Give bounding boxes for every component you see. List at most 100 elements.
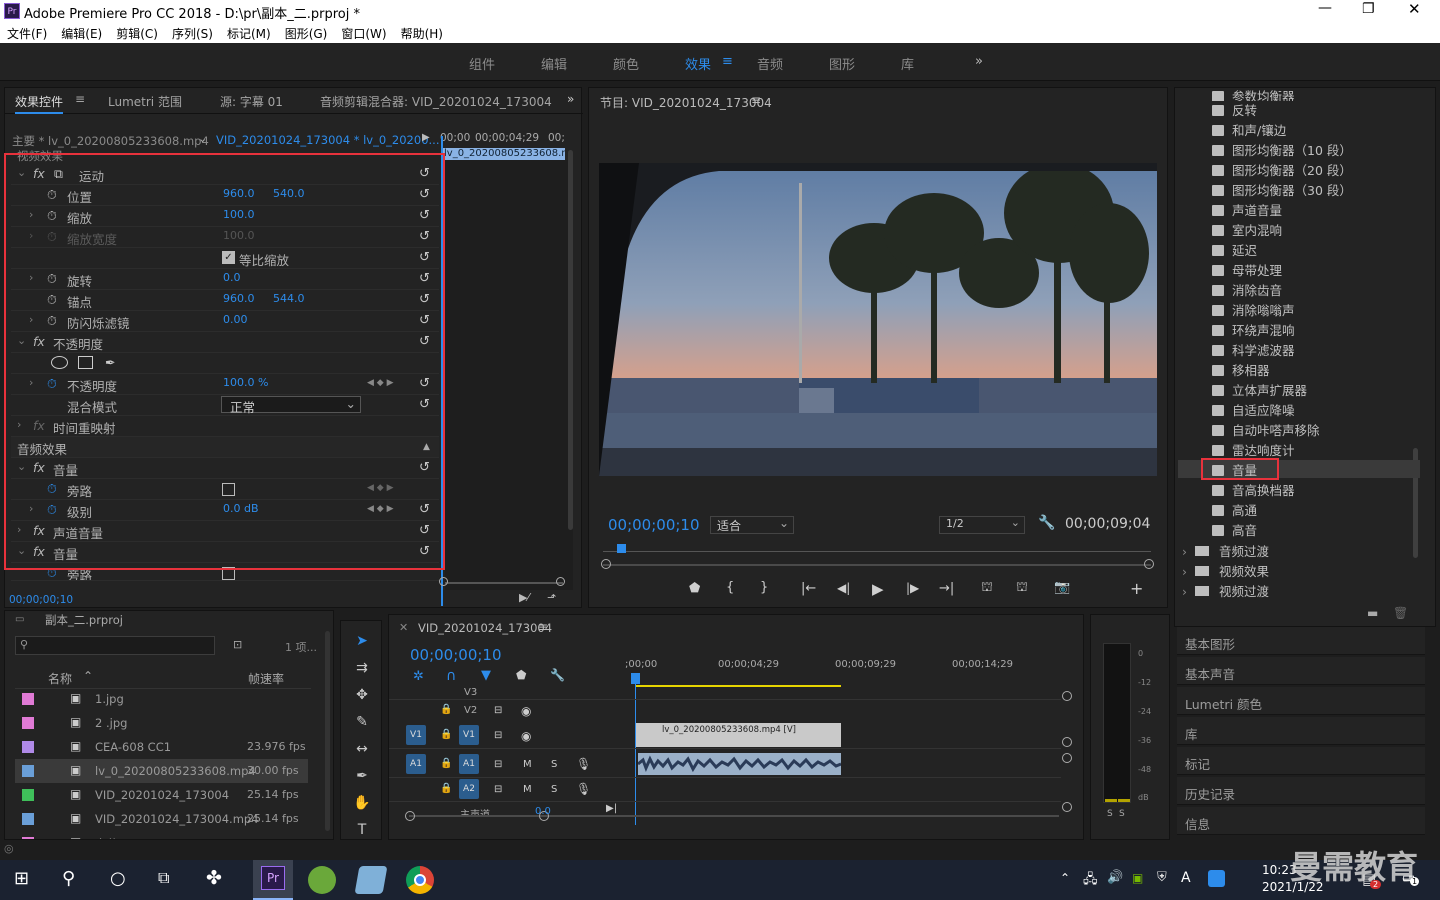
menu-item[interactable]: 帮助(H): [401, 27, 443, 41]
effect-list-item[interactable]: 参数均衡器: [1212, 86, 1295, 101]
premiere-taskbar-button[interactable]: Pr: [253, 860, 293, 900]
effect-list-item[interactable]: 图形均衡器（10 段）: [1212, 140, 1352, 160]
col-fps-header[interactable]: 帧速率: [248, 670, 284, 687]
label-color-swatch[interactable]: [22, 789, 34, 801]
effect-list-item[interactable]: 消除齿音: [1212, 280, 1282, 300]
monitor-ruler[interactable]: [603, 551, 1151, 552]
toggle-sync-icon[interactable]: ⊟: [494, 784, 502, 795]
label-color-swatch[interactable]: [22, 741, 34, 753]
label-color-swatch[interactable]: [22, 717, 34, 729]
resolution-select[interactable]: 1/2 ⌄: [939, 516, 1025, 534]
track-target-a1[interactable]: A1: [459, 754, 479, 774]
cortana-icon[interactable]: ○: [110, 868, 126, 889]
work-area-bar[interactable]: [635, 685, 841, 687]
search-icon[interactable]: ⚲: [62, 868, 75, 889]
eye-icon[interactable]: ◉: [521, 729, 531, 743]
video-clip[interactable]: lv_0_20200805233608.mp4 [V]: [636, 723, 841, 747]
play-clip-icon[interactable]: ▶: [422, 132, 430, 143]
effect-list-item[interactable]: 自适应降噪: [1212, 400, 1295, 420]
effect-folder[interactable]: › 视频过渡: [1182, 581, 1269, 601]
menu-item[interactable]: 序列(S): [172, 27, 213, 41]
slip-tool-icon[interactable]: ↔: [352, 741, 372, 761]
task-view-icon[interactable]: ⧉: [158, 868, 169, 888]
scrollbar[interactable]: [325, 631, 330, 831]
step-back-icon[interactable]: ◀|: [837, 581, 850, 595]
workspace-tab[interactable]: 图形: [829, 54, 855, 73]
project-item-row[interactable]: ▣ VID_20201024_173004.mp4 25.14 fps: [15, 807, 308, 831]
label-color-swatch[interactable]: [22, 813, 34, 825]
settings-wrench-icon[interactable]: 🔧: [1038, 515, 1055, 531]
workspace-tab[interactable]: 库: [901, 54, 914, 73]
minimize-button[interactable]: —: [1318, 0, 1332, 16]
menu-item[interactable]: 编辑(E): [61, 27, 102, 41]
tab-source[interactable]: 源: 字幕 01: [220, 93, 283, 110]
snap-icon[interactable]: ✲: [413, 669, 424, 684]
lock-icon[interactable]: 🔒: [440, 758, 452, 769]
workspace-tab[interactable]: 编辑: [541, 54, 567, 73]
chrome-icon[interactable]: [406, 866, 434, 894]
go-to-end-icon[interactable]: ▶|: [606, 803, 617, 814]
search-input[interactable]: ⚲: [15, 636, 215, 655]
tab-effect-controls[interactable]: 效果控件: [15, 93, 64, 114]
project-item-row[interactable]: ▣ 1.jpg: [15, 687, 308, 711]
mark-in-icon[interactable]: {: [726, 580, 734, 595]
panel-menu-icon[interactable]: ≡: [75, 92, 85, 106]
effect-list-item[interactable]: 高通: [1212, 500, 1257, 520]
effect-folder[interactable]: › 音频过渡: [1182, 541, 1269, 561]
effect-list-item[interactable]: 声道音量: [1212, 200, 1282, 220]
mute-button[interactable]: M: [523, 759, 532, 770]
collapsed-panel[interactable]: 基本声音: [1177, 657, 1425, 685]
zoom-handle-right[interactable]: [1144, 559, 1154, 569]
new-folder-icon[interactable]: ▬: [1367, 606, 1378, 620]
solo-left-button[interactable]: S: [1107, 809, 1113, 819]
effect-list-item[interactable]: 反转: [1212, 100, 1257, 120]
effect-list-item[interactable]: 科学滤波器: [1212, 340, 1295, 360]
lock-icon[interactable]: 🔒: [440, 783, 452, 794]
label-color-swatch[interactable]: [22, 693, 34, 705]
pinwheel-app-icon[interactable]: ✤: [206, 867, 222, 889]
collapsed-panel[interactable]: 历史记录: [1177, 777, 1425, 805]
workspace-menu-icon[interactable]: ≡: [722, 54, 733, 69]
close-button[interactable]: ✕: [1408, 0, 1421, 18]
program-timecode[interactable]: 00;00;00;10: [608, 516, 700, 534]
toggle-sync-icon[interactable]: ⊟: [494, 730, 502, 741]
workspace-tab[interactable]: 组件: [469, 54, 495, 73]
menu-item[interactable]: 标记(M): [227, 27, 271, 41]
volume-icon[interactable]: 🔊: [1107, 870, 1123, 885]
menu-item[interactable]: 文件(F): [7, 27, 47, 41]
razor-tool-icon[interactable]: ✎: [352, 714, 372, 734]
project-item-row[interactable]: ▣ CEA-608 CC1 23.976 fps: [15, 735, 308, 759]
zoom-handle-left[interactable]: [601, 559, 611, 569]
solo-button[interactable]: S: [551, 784, 557, 795]
project-item-row[interactable]: ▣ VID_20201024_173004 25.14 fps: [15, 783, 308, 807]
source-patch-a1[interactable]: A1: [406, 754, 426, 774]
filter-icon[interactable]: ▶⁄: [519, 591, 529, 604]
zoom-handle-left[interactable]: [405, 811, 415, 821]
go-to-in-icon[interactable]: |←: [801, 581, 816, 596]
effect-list-item[interactable]: 自动咔嗒声移除: [1212, 420, 1320, 440]
maximize-button[interactable]: ❐: [1362, 1, 1375, 17]
effect-list-item[interactable]: 延迟: [1212, 240, 1257, 260]
workspace-tab[interactable]: 颜色: [613, 54, 639, 73]
effect-controls-timecode[interactable]: 00;00;00;10: [9, 594, 73, 606]
more-tabs-icon[interactable]: »: [567, 92, 574, 106]
video-frame[interactable]: [599, 163, 1157, 476]
tab-audio-clip-mixer[interactable]: 音频剪辑混合器: VID_20201024_173004: [320, 93, 552, 110]
microphone-icon[interactable]: 🎙: [576, 757, 591, 771]
mute-button[interactable]: M: [523, 784, 532, 795]
nvidia-icon[interactable]: ▣: [1132, 871, 1143, 885]
effect-list-item[interactable]: 消除嗡嗡声: [1212, 300, 1295, 320]
hand-tool-icon[interactable]: ✋: [352, 795, 372, 815]
shield-icon[interactable]: ⛨: [1157, 870, 1167, 885]
vscroll-handle[interactable]: [1062, 691, 1072, 701]
toggle-sync-icon[interactable]: ⊟: [494, 705, 502, 716]
effect-list-item[interactable]: 图形均衡器（30 段）: [1212, 180, 1352, 200]
tab-lumetri-scopes[interactable]: Lumetri 范围: [108, 93, 182, 110]
label-color-swatch[interactable]: [22, 765, 34, 777]
fit-select[interactable]: 适合 ⌄: [710, 516, 794, 534]
qq-icon[interactable]: [1208, 870, 1225, 887]
chevron-up-icon[interactable]: ⌃: [1060, 871, 1070, 885]
scrollbar[interactable]: [568, 150, 573, 530]
add-marker-icon[interactable]: ▼: [481, 668, 491, 683]
ripple-edit-tool-icon[interactable]: ✥: [352, 687, 372, 707]
